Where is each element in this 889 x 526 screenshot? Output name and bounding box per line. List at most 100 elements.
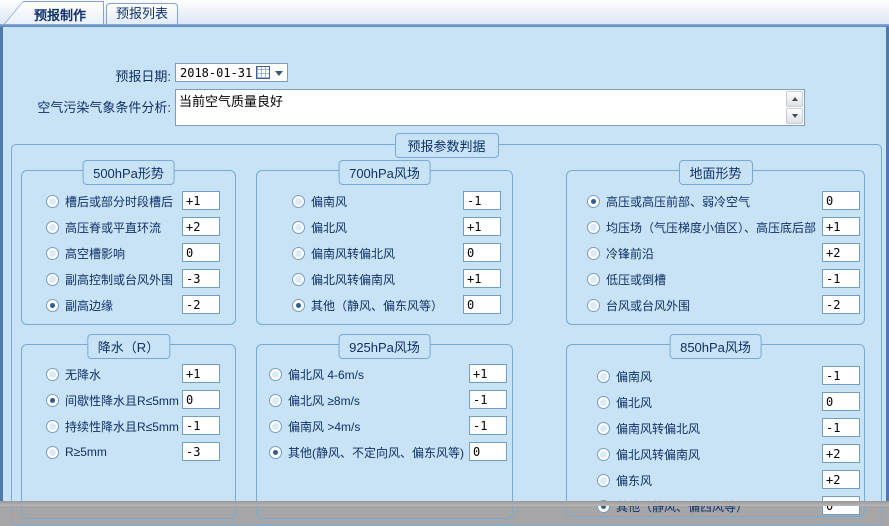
criterion-row: 持续性降水且R≤5mm [22,413,235,439]
criterion-label: 偏北风转偏南风 [311,271,395,288]
criterion-value-input[interactable] [822,470,860,489]
criterion-value-input[interactable] [463,217,501,236]
tab-forecast-list[interactable]: 预报列表 [106,3,178,24]
forecast-form-panel: 预报日期: 2018-01-31 空气污染气象条件分析: 当前空气质量良好 预报… [0,27,889,501]
criterion-value-input[interactable] [822,418,860,437]
criterion-value-input[interactable] [822,243,860,262]
radio-button[interactable] [46,247,59,260]
criterion-row: 偏北风 ≥8m/s [257,387,512,413]
criterion-row: 高压或高压前部、弱冷空气 [567,188,864,214]
radio-button[interactable] [292,273,305,286]
criterion-value-input[interactable] [469,416,507,435]
group-title: 850hPa风场 [669,334,762,359]
radio-button[interactable] [597,474,610,487]
radio-button[interactable] [587,247,600,260]
scroll-down-button[interactable] [786,108,803,124]
radio-button[interactable] [269,420,282,433]
group-title: 925hPa风场 [338,334,431,359]
criterion-value-input[interactable] [822,191,860,210]
criterion-value-input[interactable] [182,269,220,288]
criterion-value-input[interactable] [182,191,220,210]
criterion-value-input[interactable] [463,191,501,210]
calendar-icon[interactable] [256,66,270,79]
radio-button[interactable] [292,299,305,312]
radio-button[interactable] [46,299,59,312]
criterion-value-input[interactable] [182,416,220,435]
radio-button[interactable] [46,368,59,381]
criterion-label: 偏北风 [616,394,652,411]
analysis-textarea[interactable]: 当前空气质量良好 [175,89,805,126]
radio-button[interactable] [292,247,305,260]
criterion-value-input[interactable] [182,390,220,409]
radio-button[interactable] [587,299,600,312]
radio-button[interactable] [597,422,610,435]
criterion-value-input[interactable] [182,442,220,461]
criterion-label: 偏南风 [616,368,652,385]
criterion-row: 副高边缘 [22,292,235,318]
criterion-row: 其他（静风、偏东风等） [257,292,512,318]
criterion-value-input[interactable] [822,269,860,288]
criterion-value-input[interactable] [182,364,220,383]
scroll-up-button[interactable] [786,91,803,107]
criterion-row: 偏南风 [567,363,864,389]
criterion-label: 持续性降水且R≤5mm [65,418,179,435]
criterion-label: 偏东风 [616,472,652,489]
criterion-value-input[interactable] [469,390,507,409]
criterion-value-input[interactable] [822,444,860,463]
criterion-value-input[interactable] [822,392,860,411]
criterion-value-input[interactable] [463,295,501,314]
criterion-row: 均压场（气压梯度小值区）、高压底后部 [567,214,864,240]
tab-forecast-create[interactable]: 预报制作 [4,1,104,24]
radio-button[interactable] [587,195,600,208]
radio-button[interactable] [269,394,282,407]
criterion-value-input[interactable] [182,295,220,314]
criterion-value-input[interactable] [463,243,501,262]
radio-button[interactable] [46,195,59,208]
radio-button[interactable] [292,221,305,234]
radio-button[interactable] [269,368,282,381]
criterion-row: 低压或倒槽 [567,266,864,292]
criterion-label: 副高控制或台风外围 [65,271,173,288]
criterion-label: 偏北风 4-6m/s [288,366,364,383]
criterion-label: R≥5mm [65,445,107,459]
radio-button[interactable] [46,273,59,286]
radio-button[interactable] [587,221,600,234]
criterion-value-input[interactable] [182,243,220,262]
chevron-down-icon[interactable] [275,71,283,76]
radio-button[interactable] [587,273,600,286]
group-700hpa-wind: 700hPa风场 偏南风 偏北风 偏南风转偏北风 偏北风转偏南风 [256,170,513,325]
criterion-label: 无降水 [65,366,101,383]
criterion-value-input[interactable] [822,366,860,385]
criterion-label: 偏南风转偏北风 [616,420,700,437]
group-title: 降水（R） [87,334,170,359]
radio-button[interactable] [597,396,610,409]
criterion-label: 偏北风 [311,219,347,236]
radio-button[interactable] [46,394,59,407]
criterion-row: 偏北风转偏南风 [567,441,864,467]
group-title: 500hPa形势 [82,160,175,185]
radio-button[interactable] [269,446,282,459]
criterion-label: 高空槽影响 [65,245,125,262]
date-picker[interactable]: 2018-01-31 [175,63,288,82]
textarea-scrollbar[interactable] [786,91,803,124]
radio-button[interactable] [46,420,59,433]
criterion-label: 低压或倒槽 [606,271,666,288]
criterion-row: 偏南风转偏北风 [257,240,512,266]
criterion-row: 其他（静风、偏西风等） [567,493,864,519]
criterion-label: 冷锋前沿 [606,245,654,262]
radio-button[interactable] [292,195,305,208]
criterion-row: 冷锋前沿 [567,240,864,266]
criterion-row: 槽后或部分时段槽后 [22,188,235,214]
criterion-value-input[interactable] [469,442,507,461]
criterion-value-input[interactable] [469,364,507,383]
radio-button[interactable] [597,370,610,383]
criterion-row: 无降水 [22,361,235,387]
criterion-value-input[interactable] [822,217,860,236]
group-500hpa-situation: 500hPa形势 槽后或部分时段槽后 高压脊或平直环流 高空槽影响 副高控制或台… [21,170,236,325]
criterion-value-input[interactable] [822,295,860,314]
radio-button[interactable] [46,221,59,234]
radio-button[interactable] [46,446,59,459]
criterion-value-input[interactable] [463,269,501,288]
radio-button[interactable] [597,448,610,461]
criterion-value-input[interactable] [182,217,220,236]
